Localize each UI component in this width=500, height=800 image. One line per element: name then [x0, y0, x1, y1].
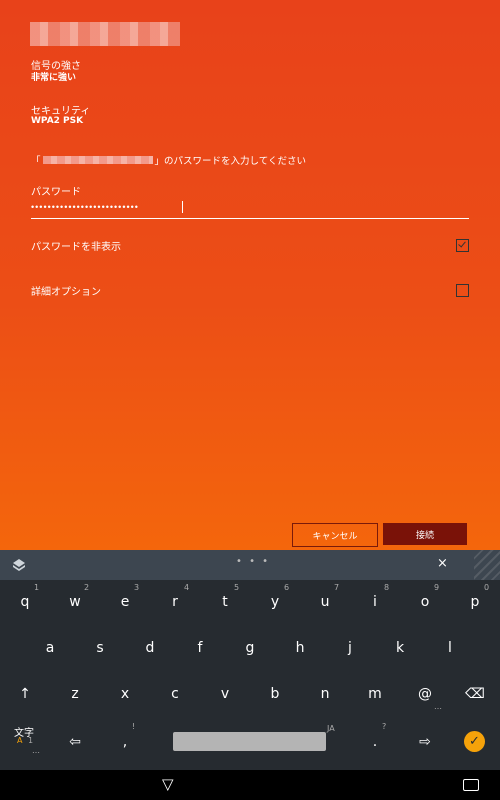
key-j[interactable]: j [325, 626, 375, 672]
keyboard-resize-handle[interactable] [474, 550, 500, 580]
key-period[interactable]: ?. [350, 720, 400, 766]
key-t[interactable]: 5t [200, 580, 250, 626]
key-y[interactable]: 6y [250, 580, 300, 626]
key-u[interactable]: 7u [300, 580, 350, 626]
key-row-4: 文字 A 1 … ⇦ !, JA ?. ⇨ ✓ [0, 720, 500, 766]
key-h[interactable]: h [275, 626, 325, 672]
key-row-2: a s d f g h j k l [0, 626, 500, 672]
key-comma[interactable]: !, [100, 720, 150, 766]
key-d[interactable]: d [125, 626, 175, 672]
key-k[interactable]: k [375, 626, 425, 672]
navigation-bar: ▽ [0, 770, 500, 800]
key-row-3: ↑ z x c v b n m … @ ⌫ [0, 672, 500, 718]
keyboard-close-icon[interactable]: × [437, 556, 448, 571]
hide-password-label: パスワードを非表示 [31, 241, 121, 253]
space-bar[interactable] [173, 732, 326, 751]
back-icon[interactable]: ▽ [162, 775, 174, 793]
key-l[interactable]: l [425, 626, 475, 672]
hide-password-option[interactable]: パスワードを非表示 [31, 235, 469, 255]
key-b[interactable]: b [250, 672, 300, 718]
key-e[interactable]: 3e [100, 580, 150, 626]
key-a[interactable]: a [25, 626, 75, 672]
language-tag: JA [327, 724, 335, 733]
shift-key-icon[interactable]: ↑ [0, 672, 50, 718]
connect-button[interactable]: 接続 [383, 523, 467, 545]
security-value: WPA2 PSK [31, 116, 84, 126]
key-c[interactable]: c [150, 672, 200, 718]
input-mode-key[interactable]: 文字 A 1 … [0, 720, 50, 766]
prompt-network-redacted [42, 156, 153, 164]
wifi-connect-dialog: 信号の強さ 非常に強い セキュリティ WPA2 PSK 「 」のパスワードを入力… [0, 0, 500, 550]
key-p[interactable]: 0p [450, 580, 500, 626]
key-i[interactable]: 8i [350, 580, 400, 626]
key-z[interactable]: z [50, 672, 100, 718]
advanced-options-option[interactable]: 詳細オプション [31, 280, 469, 300]
text-cursor [182, 201, 183, 213]
password-field[interactable] [31, 196, 469, 219]
password-prompt: 「 」のパスワードを入力してください [31, 156, 306, 167]
keyboard-switch-icon[interactable] [463, 779, 479, 791]
key-r[interactable]: 4r [150, 580, 200, 626]
network-name-redacted [30, 22, 180, 46]
backspace-key-icon[interactable]: ⌫ [450, 672, 500, 718]
key-o[interactable]: 9o [400, 580, 450, 626]
key-at[interactable]: … @ [400, 672, 450, 718]
advanced-options-label: 詳細オプション [31, 286, 101, 298]
key-s[interactable]: s [75, 626, 125, 672]
signal-strength-value: 非常に強い [31, 73, 77, 83]
security-label: セキュリティ [31, 106, 91, 117]
cancel-button[interactable]: キャンセル [292, 523, 378, 547]
cursor-left-key-icon[interactable]: ⇦ [50, 720, 100, 766]
key-n[interactable]: n [300, 672, 350, 718]
key-x[interactable]: x [100, 672, 150, 718]
enter-check-icon[interactable]: ✓ [464, 731, 485, 752]
key-v[interactable]: v [200, 672, 250, 718]
soft-keyboard: • • • × 1q 2w 3e 4r 5t 6y 7u 8i 9o 0p a … [0, 550, 500, 770]
key-g[interactable]: g [225, 626, 275, 672]
keyboard-toolbar: • • • × [0, 550, 500, 580]
key-m[interactable]: m [350, 672, 400, 718]
key-row-1: 1q 2w 3e 4r 5t 6y 7u 8i 9o 0p [0, 580, 500, 626]
key-w[interactable]: 2w [50, 580, 100, 626]
keyboard-logo-icon[interactable] [12, 558, 26, 572]
advanced-options-checkbox[interactable] [456, 283, 469, 297]
suggestions-more-icon[interactable]: • • • [236, 556, 270, 567]
hide-password-checkbox[interactable] [456, 238, 469, 252]
key-f[interactable]: f [175, 626, 225, 672]
cursor-right-key-icon[interactable]: ⇨ [400, 720, 450, 766]
key-q[interactable]: 1q [0, 580, 50, 626]
